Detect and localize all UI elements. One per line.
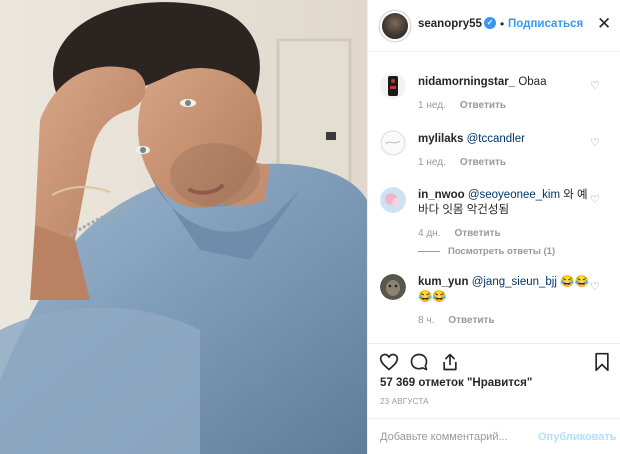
author-username[interactable]: seanopry55 <box>418 18 482 30</box>
commenter-avatar[interactable] <box>380 130 406 156</box>
publish-button[interactable]: Опубликовать <box>538 431 617 443</box>
post-side-panel: seanopry55 ✓ • Подписаться ✕ nidamorning… <box>367 0 620 454</box>
comment-body: in_nwoo @seoyeonee_kim 와 예바다 잇몸 악건성됨 <box>418 188 593 218</box>
add-comment-input[interactable]: Добавьте комментарий... <box>380 431 508 443</box>
comment-meta: 4 дн. Ответить <box>418 228 501 239</box>
add-comment-bar: Добавьте комментарий... Опубликовать <box>368 418 620 454</box>
likes-count[interactable]: 57 369 отметок "Нравится" <box>380 377 532 389</box>
comment-username[interactable]: nidamorningstar_ <box>418 76 515 88</box>
bookmark-icon[interactable] <box>593 352 611 372</box>
truncated-comment-line <box>464 53 552 54</box>
post-actions <box>368 343 620 380</box>
post-photo[interactable] <box>0 0 367 454</box>
comment-like-heart-icon[interactable]: ♡ <box>590 280 600 293</box>
verified-badge-icon: ✓ <box>484 17 496 29</box>
comment-icon[interactable] <box>409 352 429 372</box>
comment-meta: 1 нед. Ответить <box>418 100 506 111</box>
follow-button[interactable]: Подписаться <box>508 18 583 30</box>
comment-time: 1 нед. <box>418 157 446 168</box>
commenter-avatar[interactable] <box>380 274 406 300</box>
comment-mention[interactable]: @jang_sieun_bjj <box>472 276 557 288</box>
replies-line <box>418 250 440 252</box>
portrait-image <box>0 0 367 454</box>
post-date: 23 АВГУСТА <box>380 397 429 406</box>
comment-meta: 1 нед. Ответить <box>418 157 506 168</box>
comment-body: mylilaks @tccandler <box>418 132 593 147</box>
share-icon[interactable] <box>440 352 460 372</box>
comment-text: Obaa <box>518 76 547 88</box>
comment-username[interactable]: mylilaks <box>418 133 463 145</box>
comment-username[interactable]: kum_yun <box>418 276 469 288</box>
comment-body: kum_yun @jang_sieun_bjj 😂😂😂😂 <box>418 275 593 305</box>
heart-icon[interactable] <box>379 352 399 372</box>
comment-time: 1 нед. <box>418 100 446 111</box>
comment-time: 8 ч. <box>418 315 435 326</box>
comments-list[interactable]: nidamorningstar_ Obaa 1 нед. Ответить ♡ m… <box>368 53 620 343</box>
comment-meta: 8 ч. Ответить <box>418 315 495 326</box>
author-avatar[interactable] <box>380 11 410 41</box>
reply-button[interactable]: Ответить <box>454 228 500 239</box>
post-header: seanopry55 ✓ • Подписаться ✕ <box>368 0 620 52</box>
commenter-avatar[interactable] <box>380 73 406 99</box>
reply-button[interactable]: Ответить <box>460 157 506 168</box>
view-replies-label: Посмотреть ответы (1) <box>448 246 556 257</box>
comment-time: 4 дн. <box>418 228 441 239</box>
commenter-avatar[interactable] <box>380 187 406 213</box>
view-replies-button[interactable]: Посмотреть ответы (1) <box>418 246 555 257</box>
comment-like-heart-icon[interactable]: ♡ <box>590 193 600 206</box>
comment-like-heart-icon[interactable]: ♡ <box>590 79 600 92</box>
comment-body: nidamorningstar_ Obaa <box>418 75 593 90</box>
comment-username[interactable]: in_nwoo <box>418 189 465 201</box>
comment-like-heart-icon[interactable]: ♡ <box>590 136 600 149</box>
comment-mention[interactable]: @seoyeonee_kim <box>468 189 560 201</box>
more-options-icon[interactable]: ✕ <box>597 15 611 32</box>
separator-dot: • <box>500 17 505 31</box>
reply-button[interactable]: Ответить <box>460 100 506 111</box>
reply-button[interactable]: Ответить <box>448 315 494 326</box>
comment-mention[interactable]: @tccandler <box>467 133 525 145</box>
